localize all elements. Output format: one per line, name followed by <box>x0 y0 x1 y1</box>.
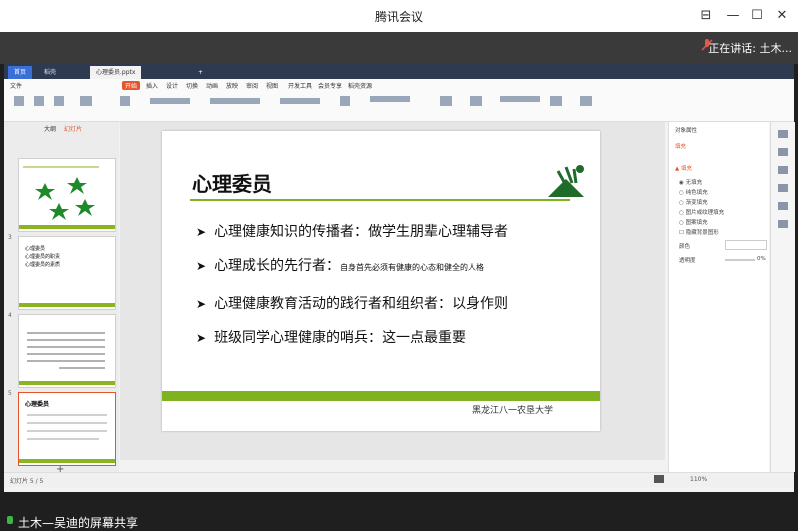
thumb-band <box>19 303 115 307</box>
menu-view[interactable]: 视图 <box>266 81 278 90</box>
bullet-1-lead: 心理健康知识的传播者： <box>214 224 369 240</box>
thumb-number-4: 4 <box>8 312 12 319</box>
zoom-level[interactable]: 110% <box>690 476 707 483</box>
menu-docer[interactable]: 稻壳资源 <box>348 81 372 90</box>
slide-thumbnail-5-selected[interactable]: 心理委员 <box>18 392 116 466</box>
menu-design[interactable]: 设计 <box>166 81 178 90</box>
slide-thumbnails-panel: 大纲 幻灯片 3 心理委员 心理委员的职责 心理委员的素质 4 5 心理委员 + <box>4 122 119 475</box>
slide-thumbnail-3[interactable]: 心理委员 心理委员的职责 心理委员的素质 <box>18 236 116 310</box>
menu-transition[interactable]: 切换 <box>186 81 198 90</box>
window-titlebar: 腾讯会议 ⊟ — ☐ ✕ <box>0 0 798 32</box>
menu-vip[interactable]: 会员专享 <box>318 81 342 90</box>
fill-option-picture-label: 图片或纹理填充 <box>685 210 725 216</box>
fill-option-pattern-label: 图案填充 <box>685 220 708 226</box>
transparency-value: 0% <box>757 256 766 262</box>
wps-tabstrip: 首页 稻壳 心理委员.pptx + <box>4 64 794 79</box>
bullet-1-note: 做学生朋辈心理辅导者 <box>368 224 509 240</box>
outline-tab[interactable]: 大纲 <box>44 124 56 133</box>
slide-counter: 幻灯片 5 / 5 <box>10 478 44 485</box>
fill-section: ▲ 填充 <box>675 166 692 172</box>
bullet-4: ➤ 班级同学心理健康的哨兵：这一点最重要 <box>196 330 467 346</box>
pin-icon[interactable]: ⊟ <box>695 6 717 26</box>
meeting-toolbar <box>0 32 798 64</box>
menu-animation[interactable]: 动画 <box>206 81 218 90</box>
thumb5-lines <box>27 414 107 440</box>
bullet-4-lead: 班级同学心理健康的哨兵： <box>214 330 383 346</box>
thumb3-line-3: 心理委员的素质 <box>25 262 61 268</box>
bullet-1: ➤ 心理健康知识的传播者：做学生朋辈心理辅导者 <box>196 224 509 240</box>
window-title: 腾讯会议 <box>374 10 423 24</box>
fill-option-gradient-label: 渐变填充 <box>685 200 708 206</box>
slide-thumbnail-4[interactable] <box>18 314 116 388</box>
fill-option-solid-label: 纯色填充 <box>685 190 708 196</box>
thumb3-line-2: 心理委员的职责 <box>25 254 61 260</box>
transparency-label: 透明度 <box>679 258 696 264</box>
bullet-2-note: 自身首先必须有健康的心态和健全的人格 <box>340 263 485 272</box>
maximize-button[interactable]: ☐ <box>746 6 768 26</box>
menu-file[interactable]: 文件 <box>10 81 22 90</box>
slide-canvas: 心理委员 ➤ 心理健康知识的传播者：做学生朋辈心理辅导者 ➤ 心理成长的先行者：自身… <box>120 122 665 460</box>
hide-background-label: 隐藏背景图形 <box>685 230 719 236</box>
thumb-band <box>19 225 115 229</box>
tab-docer[interactable]: 稻壳 <box>38 66 62 79</box>
play-button[interactable] <box>654 475 664 483</box>
transparency-slider[interactable] <box>725 259 755 261</box>
slides-tab[interactable]: 幻灯片 <box>64 124 82 133</box>
fill-option-none-label: 无填充 <box>685 180 703 186</box>
share-mic-icon <box>7 516 13 524</box>
menu-developer[interactable]: 开发工具 <box>288 81 312 90</box>
thumb-number-5: 5 <box>8 390 12 397</box>
thumb-band <box>19 459 115 463</box>
bullet-2: ➤ 心理成长的先行者：自身首先必须有健康的心态和健全的人格 <box>196 258 485 274</box>
fill-option-pattern[interactable]: ○ 图案填充 <box>679 218 708 226</box>
bullet-2-lead: 心理成长的先行者： <box>214 258 341 274</box>
thumb-band <box>19 381 115 385</box>
thumb3-text: 心理委员 心理委员的职责 心理委员的素质 <box>25 245 60 269</box>
tab-home[interactable]: 首页 <box>8 66 33 79</box>
bullet-4-note: 这一点最重要 <box>382 330 467 346</box>
handwriting-lines <box>27 332 105 369</box>
menu-slideshow[interactable]: 放映 <box>226 81 238 90</box>
fill-option-picture[interactable]: ○ 图片或纹理填充 <box>679 208 724 216</box>
color-label: 颜色 <box>679 244 691 250</box>
bullet-3-note: 以身作则 <box>452 296 509 312</box>
ribbon-tool-icons[interactable] <box>10 93 610 115</box>
side-tool-strip <box>770 122 795 472</box>
ribbon: 文件 开始 插入 设计 切换 动画 放映 审阅 视图 开发工具 会员专享 稻壳资… <box>4 79 794 122</box>
hide-background-checkbox[interactable]: ☐ 隐藏背景图形 <box>679 228 719 236</box>
menu-review[interactable]: 审阅 <box>246 81 258 90</box>
stars-graphic <box>23 166 99 220</box>
bullet-3-lead: 心理健康教育活动的践行者和组织者： <box>214 296 453 312</box>
thumb3-line-1: 心理委员 <box>25 246 46 252</box>
wps-window: 首页 稻壳 心理委员.pptx + 文件 开始 插入 设计 切换 动画 放映 审… <box>4 64 795 492</box>
property-panel: 对象属性 填充 ▲ 填充 ◉ 无填充 ○ 纯色填充 ○ 渐变填充 ○ 图片或纹理… <box>668 122 769 472</box>
bullet-3: ➤ 心理健康教育活动的践行者和组织者：以身作则 <box>196 296 509 312</box>
menu-insert[interactable]: 插入 <box>146 81 158 90</box>
thumb-number-3: 3 <box>8 234 12 241</box>
screen-share-label: 土木—吴迪的屏幕共享 <box>18 516 139 530</box>
side-tool-icons[interactable] <box>771 122 795 242</box>
tab-document[interactable]: 心理委员.pptx <box>90 66 142 79</box>
fill-option-solid[interactable]: ○ 纯色填充 <box>679 188 708 196</box>
panel-heading: 对象属性 <box>675 128 698 134</box>
current-slide[interactable]: 心理委员 ➤ 心理健康知识的传播者：做学生朋辈心理辅导者 ➤ 心理成长的先行者：自身… <box>162 131 600 431</box>
fill-option-gradient[interactable]: ○ 渐变填充 <box>679 198 708 206</box>
close-button[interactable]: ✕ <box>771 6 793 26</box>
slide-title: 心理委员 <box>192 172 272 196</box>
slide-thumbnail-2[interactable] <box>18 158 116 232</box>
color-dropdown[interactable] <box>725 240 767 250</box>
logo-icon <box>548 165 584 197</box>
speaking-indicator: 正在讲话: 土木... <box>708 42 792 55</box>
fill-option-none[interactable]: ◉ 无填充 <box>679 178 702 186</box>
ribbon-toolbar <box>10 93 610 115</box>
new-tab-button[interactable]: + <box>192 66 209 79</box>
slide-bottom-band <box>162 391 600 401</box>
title-underline <box>190 199 570 201</box>
slide-footer: 黑龙江八一农垦大学 <box>472 406 554 416</box>
status-bar: 幻灯片 5 / 5 110% <box>4 472 794 487</box>
menu-home[interactable]: 开始 <box>122 81 141 90</box>
fill-tab[interactable]: 填充 <box>675 142 686 150</box>
minimize-button[interactable]: — <box>722 6 744 26</box>
